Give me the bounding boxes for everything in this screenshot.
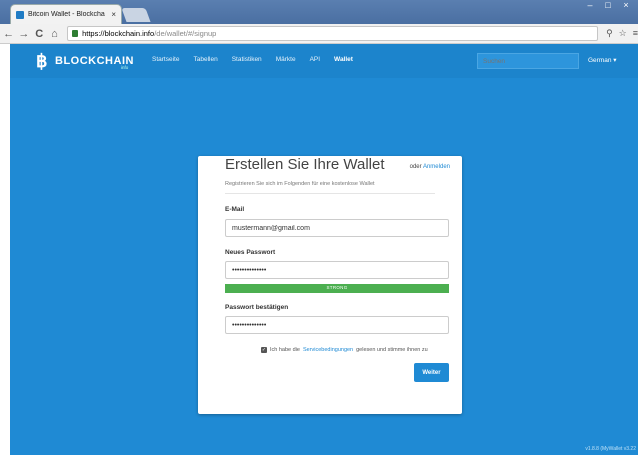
terms-suffix: gelesen und stimme ihnen zu <box>356 347 428 353</box>
blockchain-favicon-icon <box>16 10 24 19</box>
nav-startseite[interactable]: Startseite <box>152 56 179 63</box>
browser-toolbar: ← → C ⌂ https://blockchain.info /de/wall… <box>0 24 638 44</box>
close-tab-icon[interactable]: × <box>111 10 116 19</box>
minimize-icon[interactable]: – <box>582 0 598 14</box>
maximize-icon[interactable]: □ <box>600 0 616 14</box>
terms-checkbox[interactable]: ✓ <box>261 347 267 353</box>
browser-tabstrip: Bitcoin Wallet - Blockcha × – □ × <box>0 0 638 24</box>
confirm-password-field[interactable] <box>225 316 449 334</box>
new-tab-button[interactable] <box>121 8 151 22</box>
site-viewport: ฿ BLOCKCHAIN info Startseite Tabellen St… <box>10 44 638 455</box>
url-host: https://blockchain.info <box>82 29 155 38</box>
brand-subtext: info <box>121 65 129 70</box>
nav-api[interactable]: API <box>310 56 320 63</box>
login-prompt: oder Anmelden <box>410 164 450 170</box>
divider <box>225 193 435 194</box>
reload-icon[interactable]: C <box>33 26 46 42</box>
nav-links: Startseite Tabellen Statistiken Märkte A… <box>152 56 353 63</box>
blockchain-logo-icon: ฿ <box>36 51 48 71</box>
back-arrow-icon[interactable]: ← <box>2 26 15 42</box>
browser-tab[interactable]: Bitcoin Wallet - Blockcha × <box>10 4 122 24</box>
continue-button[interactable]: Weiter <box>414 363 449 382</box>
forward-arrow-icon[interactable]: → <box>17 26 30 42</box>
terms-prefix: Ich habe die <box>270 347 300 353</box>
email-label: E-Mail <box>225 206 245 213</box>
search-input[interactable] <box>477 53 579 69</box>
signup-card: Erstellen Sie Ihre Wallet oder Anmelden … <box>198 156 462 414</box>
email-field[interactable] <box>225 219 449 237</box>
signup-subtitle: Registrieren Sie sich im Folgenden für e… <box>225 181 375 187</box>
url-path: /de/wallet/#/signup <box>154 29 217 38</box>
terms-link[interactable]: Servicebedingungen <box>303 347 353 353</box>
top-navigation: ฿ BLOCKCHAIN info Startseite Tabellen St… <box>10 44 638 78</box>
bookmark-star-icon[interactable]: ☆ <box>619 28 627 39</box>
terms-agreement: ✓ Ich habe die Servicebedingungen gelese… <box>261 347 428 353</box>
address-bar[interactable]: https://blockchain.info /de/wallet/#/sig… <box>67 26 599 41</box>
tab-title: Bitcoin Wallet - Blockcha <box>28 11 105 18</box>
menu-icon[interactable]: ≡ <box>633 28 638 39</box>
confirm-password-label: Passwort bestätigen <box>225 304 289 311</box>
lock-icon <box>72 30 79 37</box>
nav-maerkte[interactable]: Märkte <box>276 56 296 63</box>
password-strength-bar: STRONG <box>225 284 449 293</box>
password-strength-label: STRONG <box>326 285 348 290</box>
version-info: v1.8.8 (MyWallet v3.22 <box>585 446 636 452</box>
login-link[interactable]: Anmelden <box>423 164 450 170</box>
brand-logo[interactable]: ฿ BLOCKCHAIN <box>36 52 134 70</box>
nav-statistiken[interactable]: Statistiken <box>232 56 262 63</box>
nav-tabellen[interactable]: Tabellen <box>193 56 217 63</box>
nav-wallet[interactable]: Wallet <box>334 56 353 63</box>
login-prefix: oder <box>409 164 422 170</box>
password-field[interactable] <box>225 261 449 279</box>
password-label: Neues Passwort <box>225 249 276 256</box>
page-title: Erstellen Sie Ihre Wallet <box>225 156 385 173</box>
window-close-icon[interactable]: × <box>618 0 634 14</box>
language-dropdown[interactable]: German ▾ <box>588 56 617 64</box>
extension-icon[interactable]: ⚲ <box>606 28 613 39</box>
home-icon[interactable]: ⌂ <box>48 26 61 42</box>
